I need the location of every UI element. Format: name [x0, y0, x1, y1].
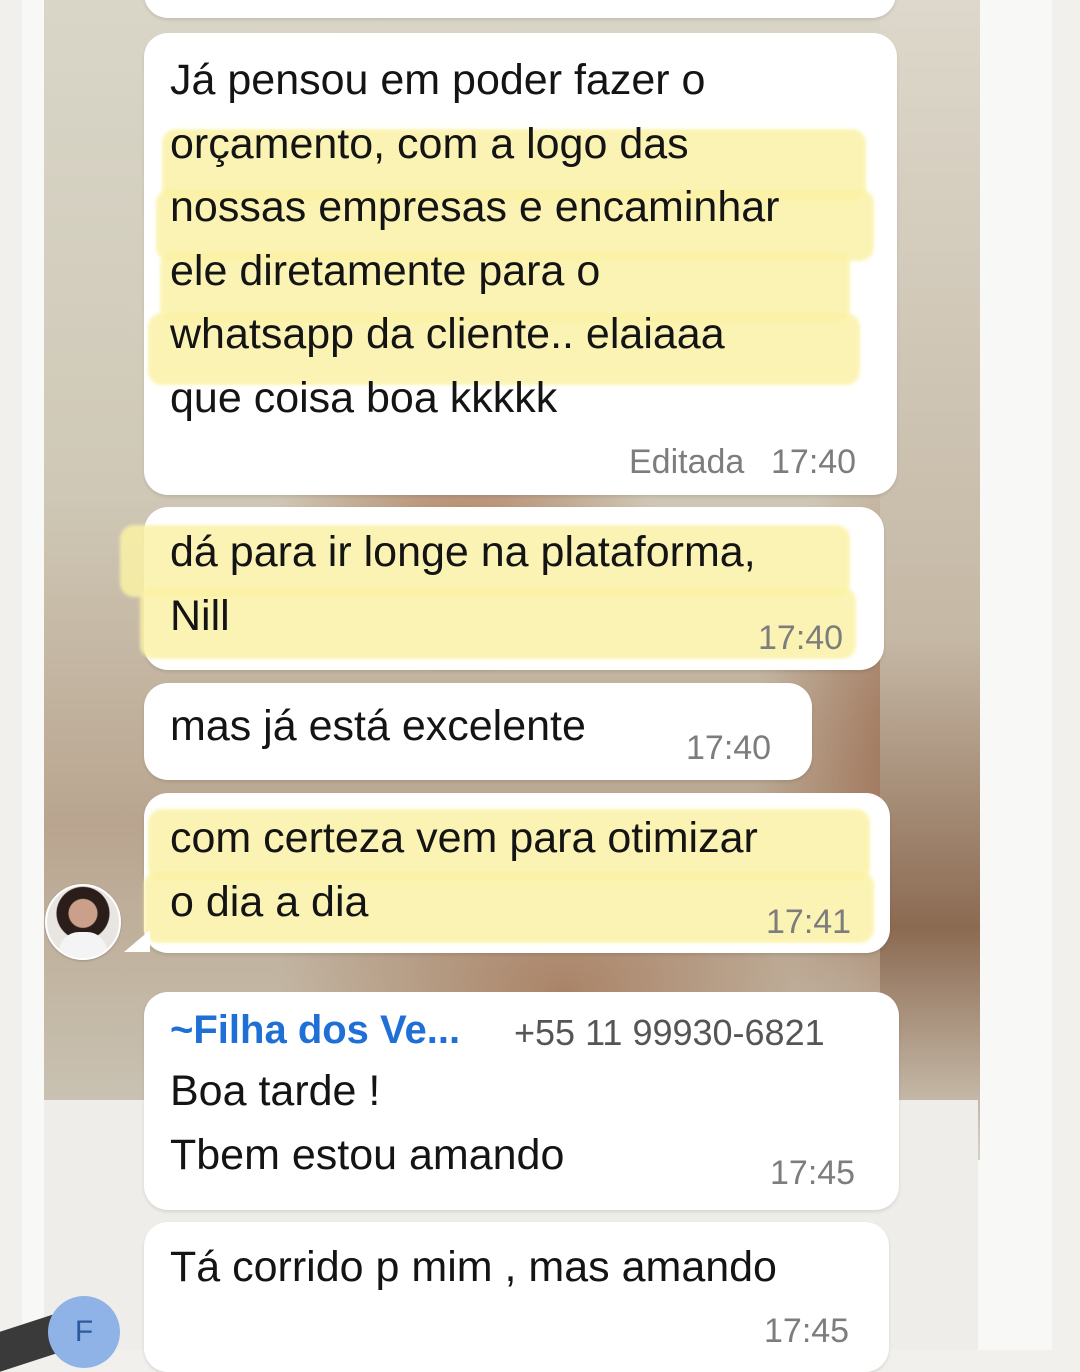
- message-text: dá para ir longe na plataforma, Nill: [170, 528, 756, 640]
- sender-name[interactable]: ~Filha dos Ve...: [170, 1008, 460, 1053]
- message-text: mas já está excelente: [170, 702, 586, 750]
- avatar-figure: [59, 932, 107, 958]
- message-time: 17:45: [770, 1154, 856, 1192]
- message-time: 17:45: [764, 1312, 850, 1350]
- message-text: Já pensou em poder fazer o orçamento, co…: [170, 56, 780, 422]
- sender-phone: +55 11 99930-6821: [514, 1012, 825, 1053]
- message-bubble[interactable]: Já pensou em poder fazer o orçamento, co…: [144, 33, 897, 495]
- message-text: Tá corrido p mim , mas amando: [170, 1243, 777, 1291]
- sender-initial-avatar[interactable]: F: [48, 1296, 120, 1368]
- message-text: Boa tarde ! Tbem estou amando: [170, 1067, 565, 1179]
- message-bubble[interactable]: com certeza vem para otimizar o dia a di…: [144, 793, 890, 953]
- message-bubble[interactable]: dá para ir longe na plataforma, Nill 17:…: [120, 507, 884, 670]
- message-time: 17:40: [771, 443, 857, 481]
- message-time: 17:40: [686, 729, 772, 767]
- message-status: Editada: [629, 443, 745, 481]
- message-text: com certeza vem para otimizar o dia a di…: [170, 814, 758, 926]
- message-time: 17:41: [766, 903, 852, 941]
- message-bubble[interactable]: mas já está excelente 17:40: [144, 683, 812, 780]
- profile-photo-avatar[interactable]: [45, 884, 121, 960]
- message-bubble[interactable]: ~Filha dos Ve... +55 11 99930-6821 Boa t…: [144, 992, 899, 1210]
- bubble-tail: [124, 930, 150, 952]
- previous-message-bubble[interactable]: [144, 0, 896, 18]
- message-time: 17:40: [758, 619, 844, 657]
